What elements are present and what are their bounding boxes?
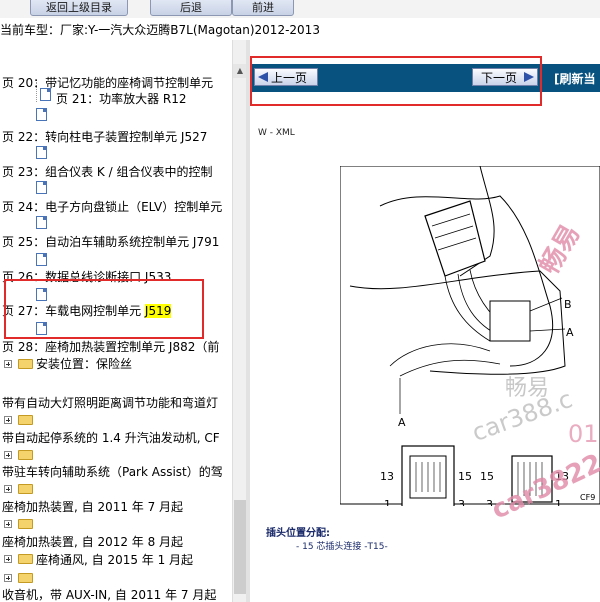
scroll-up-arrow-icon[interactable]: ▲: [233, 64, 247, 78]
expand-icon[interactable]: [4, 485, 12, 493]
tree-item-page-25[interactable]: 页 25：自动泊车辅助系统控制单元 J791: [2, 231, 219, 253]
tree-folder-start-stop-engine[interactable]: 带自动起停系统的 1.4 升汽油发动机, CF: [2, 427, 220, 449]
document-icon: [36, 146, 47, 159]
annotation-box-tree-item: [4, 279, 204, 339]
document-icon: [36, 181, 47, 194]
pin-15-right: 15: [480, 470, 494, 483]
scroll-thumb[interactable]: [234, 500, 246, 594]
document-icon: [36, 108, 47, 121]
folder-icon: [18, 415, 33, 425]
tree-item-page-21[interactable]: 页 21：功率放大器 R12: [56, 88, 187, 110]
watermark: 01: [568, 420, 599, 448]
folder-icon: [18, 484, 33, 494]
figure-code: CF9: [580, 493, 595, 502]
expand-icon[interactable]: [4, 555, 12, 563]
folder-icon: [18, 519, 33, 529]
folder-icon: [18, 554, 33, 564]
expand-icon[interactable]: [4, 520, 12, 528]
tree-folder-seat-ventilation[interactable]: 座椅通风, 自 2015 年 1 月起: [36, 549, 193, 571]
folder-icon: [18, 450, 33, 460]
car-type-label: 当前车型：: [0, 23, 61, 37]
refresh-link[interactable]: [刷新当: [554, 70, 596, 87]
tree-folder-seat-heating-2011[interactable]: 座椅加热装置, 自 2011 年 7 月起: [2, 496, 183, 518]
tree-folder-radio-aux-in[interactable]: 收音机，带 AUX-IN, 自 2011 年 7 月起: [2, 584, 216, 602]
figure-caption: W - XML: [258, 128, 295, 138]
tree-scrollbar[interactable]: ▲: [232, 40, 247, 602]
tree-item-page-23[interactable]: 页 23：组合仪表 K / 组合仪表中的控制: [2, 161, 212, 183]
expand-icon[interactable]: [4, 574, 12, 582]
back-to-parent-button[interactable]: 返回上级目录: [30, 0, 128, 16]
car-type-value: 厂家:Y-一汽大众迈腾B7L(Magotan)2012-2013: [60, 23, 320, 37]
content-pane: 上一页 下一页 [刷新当 W - XML B A A 13 15 1 3 15 …: [250, 40, 600, 602]
pin-15-left: 15: [458, 470, 472, 483]
document-icon: [40, 88, 51, 101]
pin-3-left: 3: [458, 498, 465, 506]
tree-folder-auto-headlight[interactable]: 带有自动大灯照明距离调节功能和弯道灯: [2, 392, 218, 414]
top-toolbar: 返回上级目录 后退 前进: [0, 0, 600, 18]
current-car-type: 当前车型：厂家:Y-一汽大众迈腾B7L(Magotan)2012-2013: [0, 20, 600, 40]
folder-icon: [18, 359, 33, 369]
tree-folder-fuse-location[interactable]: 安装位置：保险丝: [36, 353, 132, 375]
tree-item-page-24[interactable]: 页 24：电子方向盘锁止（ELV）控制单元: [2, 196, 222, 218]
pin-assignment-title: 插头位置分配:: [266, 528, 330, 539]
pin-assignment-item: - 15 芯插头连接 -T15-: [296, 542, 388, 552]
callout-a-side: A: [566, 326, 574, 339]
tree-item-page-22[interactable]: 页 22：转向柱电子装置控制单元 J527: [2, 126, 207, 148]
callout-b: B: [564, 298, 572, 311]
expand-icon[interactable]: [4, 451, 12, 459]
back-button[interactable]: 后退: [150, 0, 232, 16]
expand-icon[interactable]: [4, 416, 12, 424]
folder-icon: [18, 573, 33, 583]
pin-1-left: 1: [384, 498, 391, 506]
document-icon: [36, 253, 47, 266]
tree-folder-park-assist[interactable]: 带驻车转向辅助系统（Park Assist）的驾: [2, 461, 223, 483]
document-icon: [36, 216, 47, 229]
annotation-box-nav: [250, 56, 542, 106]
callout-a-connector: A: [398, 416, 406, 429]
expand-icon[interactable]: [4, 360, 12, 368]
pin-13-left: 13: [380, 470, 394, 483]
forward-button[interactable]: 前进: [232, 0, 294, 16]
connector-illustration: B A A 13 15 1 3 15 13 3 1 CF9: [340, 166, 600, 506]
